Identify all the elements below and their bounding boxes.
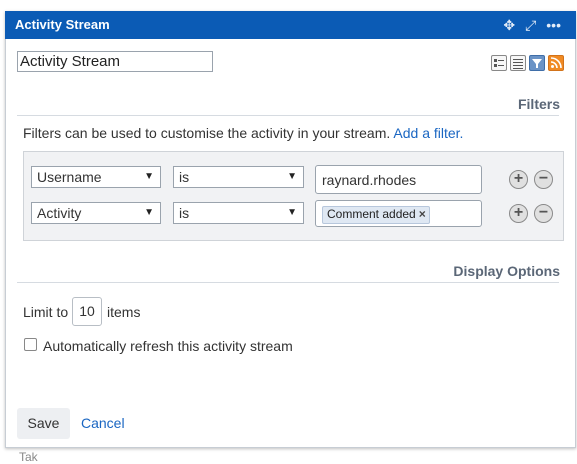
filters-help-label: Filters can be used to customise the act… bbox=[23, 125, 391, 141]
panel-header: Activity Stream bbox=[5, 11, 576, 39]
filter-operator-value: is bbox=[179, 205, 190, 221]
filter-view-icon[interactable] bbox=[529, 55, 545, 71]
filter-field-select[interactable]: Activity ▼ bbox=[31, 202, 161, 224]
limit-input[interactable]: 10 bbox=[72, 297, 102, 326]
filters-divider bbox=[17, 115, 559, 116]
filter-operator-select[interactable]: is ▼ bbox=[173, 202, 304, 224]
expand-icon[interactable]: ⤢ bbox=[525, 18, 536, 32]
display-options-section-title: Display Options bbox=[453, 263, 560, 279]
add-filter-row-icon[interactable]: + bbox=[509, 170, 528, 189]
remove-filter-row-icon[interactable]: − bbox=[534, 204, 553, 223]
remove-chip-icon[interactable]: × bbox=[419, 207, 426, 221]
add-filter-row-icon[interactable]: + bbox=[509, 204, 528, 223]
filter-chip: Comment added × bbox=[322, 206, 430, 224]
save-button[interactable]: Save bbox=[17, 408, 70, 439]
stream-title-input[interactable]: Activity Stream bbox=[17, 51, 213, 72]
limit-prefix-label: Limit to bbox=[23, 304, 69, 320]
filter-chip-label: Comment added bbox=[327, 207, 416, 221]
display-options-divider bbox=[17, 282, 559, 283]
view-toggle-group bbox=[491, 55, 564, 71]
filters-box bbox=[23, 151, 564, 241]
move-icon[interactable]: ✥ bbox=[503, 18, 515, 32]
dropdown-arrow-icon: ▼ bbox=[287, 171, 297, 182]
filter-operator-value: is bbox=[179, 169, 190, 185]
dropdown-arrow-icon: ▼ bbox=[287, 207, 297, 218]
filter-operator-select[interactable]: is ▼ bbox=[173, 166, 304, 188]
rss-icon[interactable] bbox=[548, 55, 564, 71]
filter-field-value: Activity bbox=[37, 205, 82, 221]
header-icons: ✥ ⤢ ••• bbox=[503, 11, 561, 39]
more-icon[interactable]: ••• bbox=[546, 18, 561, 32]
add-filter-link[interactable]: Add a filter. bbox=[393, 125, 463, 141]
panel-title: Activity Stream bbox=[15, 17, 110, 32]
filters-help-text: Filters can be used to customise the act… bbox=[23, 125, 463, 141]
dropdown-arrow-icon: ▼ bbox=[144, 171, 154, 182]
cancel-link[interactable]: Cancel bbox=[81, 415, 125, 431]
limit-suffix-label: items bbox=[107, 304, 141, 320]
partial-background-text: Tak bbox=[19, 450, 38, 464]
remove-filter-row-icon[interactable]: − bbox=[534, 170, 553, 189]
dropdown-arrow-icon: ▼ bbox=[144, 207, 154, 218]
filters-section-title: Filters bbox=[517, 96, 560, 112]
detail-view-icon[interactable] bbox=[510, 55, 526, 71]
filter-field-select[interactable]: Username ▼ bbox=[31, 166, 161, 188]
auto-refresh-label: Automatically refresh this activity stre… bbox=[43, 338, 293, 354]
filter-value-multiselect[interactable]: Comment added × bbox=[315, 200, 482, 227]
filter-field-value: Username bbox=[37, 169, 102, 185]
filter-value-input[interactable]: raynard.rhodes bbox=[315, 165, 482, 194]
auto-refresh-checkbox[interactable] bbox=[24, 338, 37, 351]
list-view-icon[interactable] bbox=[491, 55, 507, 71]
